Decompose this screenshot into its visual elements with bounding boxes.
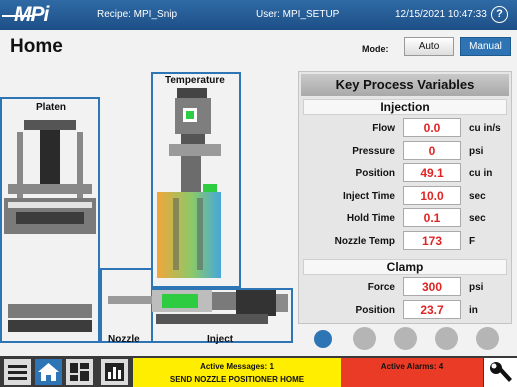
home-button[interactable]	[35, 359, 62, 385]
force-label: Force	[367, 282, 395, 293]
hold-time-value: 0.1	[403, 208, 461, 227]
flow-label: Flow	[372, 123, 395, 134]
nozzle-temp-unit: F	[469, 236, 476, 247]
nozzle-temp-row: Nozzle Temp 173 F	[299, 231, 511, 251]
flow-unit: cu in/s	[469, 123, 501, 134]
mode-manual-button[interactable]: Manual	[460, 37, 511, 56]
flow-value: 0.0	[403, 118, 461, 137]
hold-time-row: Hold Time 0.1 sec	[299, 208, 511, 228]
inject-label: Inject	[207, 334, 234, 345]
force-unit: psi	[469, 282, 484, 293]
flow-row: Flow 0.0 cu in/s	[299, 118, 511, 138]
page-dot-2[interactable]	[353, 327, 376, 350]
nozzle-temp-label: Nozzle Temp	[334, 236, 395, 247]
inject-time-value: 10.0	[403, 186, 461, 205]
key-process-variables-panel: Key Process Variables Injection Flow 0.0…	[298, 71, 512, 324]
user-label: User: MPI_SETUP	[256, 9, 340, 20]
dashboard-button[interactable]	[66, 359, 93, 385]
wrench-icon	[490, 362, 512, 382]
hold-time-unit: sec	[469, 213, 486, 224]
clamp-position-label: Position	[355, 305, 395, 316]
help-icon[interactable]: ?	[491, 6, 508, 23]
page-title: Home	[10, 36, 63, 57]
platen-graphic	[4, 120, 96, 332]
chart-icon	[105, 363, 124, 381]
active-messages-panel[interactable]: Active Messages: 1 SEND NOZZLE POSITIONE…	[133, 358, 341, 387]
inject-graphic	[108, 290, 288, 324]
pressure-label: Pressure	[352, 146, 395, 157]
inject-time-unit: sec	[469, 191, 486, 202]
injection-position-value: 49.1	[403, 163, 461, 182]
injection-header: Injection	[303, 99, 507, 115]
force-row: Force 300 psi	[299, 277, 511, 297]
clamp-header: Clamp	[303, 259, 507, 275]
nozzle-label: Nozzle	[108, 334, 140, 345]
alarms-title: Active Alarms: 4	[380, 362, 444, 371]
mpi-logo: MPi	[14, 3, 49, 26]
hold-time-label: Hold Time	[346, 213, 395, 224]
clamp-position-row: Position 23.7 in	[299, 300, 511, 320]
panel-title: Key Process Variables	[301, 74, 509, 96]
temperature-label: Temperature	[165, 75, 225, 86]
messages-text: SEND NOZZLE POSITIONER HOME	[169, 375, 305, 384]
page-dot-1[interactable]	[314, 330, 332, 348]
trends-button[interactable]	[101, 359, 128, 385]
injection-position-row: Position 49.1 cu in	[299, 163, 511, 183]
inject-time-row: Inject Time 10.0 sec	[299, 186, 511, 206]
page-dot-5[interactable]	[476, 327, 499, 350]
mode-auto-button[interactable]: Auto	[404, 37, 454, 56]
injection-position-unit: cu in	[469, 168, 493, 179]
dashboard-icon	[70, 363, 89, 381]
force-value: 300	[403, 277, 461, 296]
nozzle-temp-value: 173	[403, 231, 461, 250]
home-icon	[38, 363, 59, 381]
menu-button[interactable]	[4, 359, 31, 385]
barrel-graphic	[157, 88, 221, 278]
platen-label: Platen	[36, 102, 67, 113]
pressure-row: Pressure 0 psi	[299, 141, 511, 161]
active-alarms-panel[interactable]: Active Alarms: 4	[341, 358, 483, 387]
mode-label: Mode:	[362, 44, 389, 54]
clamp-position-value: 23.7	[403, 300, 461, 319]
settings-button[interactable]	[484, 358, 517, 387]
pressure-unit: psi	[469, 146, 484, 157]
top-bar: MPi Recipe: MPI_Snip User: MPI_SETUP 12/…	[0, 0, 517, 30]
page-dot-4[interactable]	[435, 327, 458, 350]
inject-time-label: Inject Time	[342, 191, 395, 202]
recipe-label: Recipe: MPI_Snip	[97, 9, 178, 20]
page-dot-3[interactable]	[394, 327, 417, 350]
injection-position-label: Position	[355, 168, 395, 179]
pressure-value: 0	[403, 141, 461, 160]
datetime-label: 12/15/2021 10:47:33	[395, 9, 487, 20]
clamp-position-unit: in	[469, 305, 478, 316]
menu-icon	[8, 365, 27, 380]
messages-title: Active Messages: 1	[200, 362, 274, 371]
